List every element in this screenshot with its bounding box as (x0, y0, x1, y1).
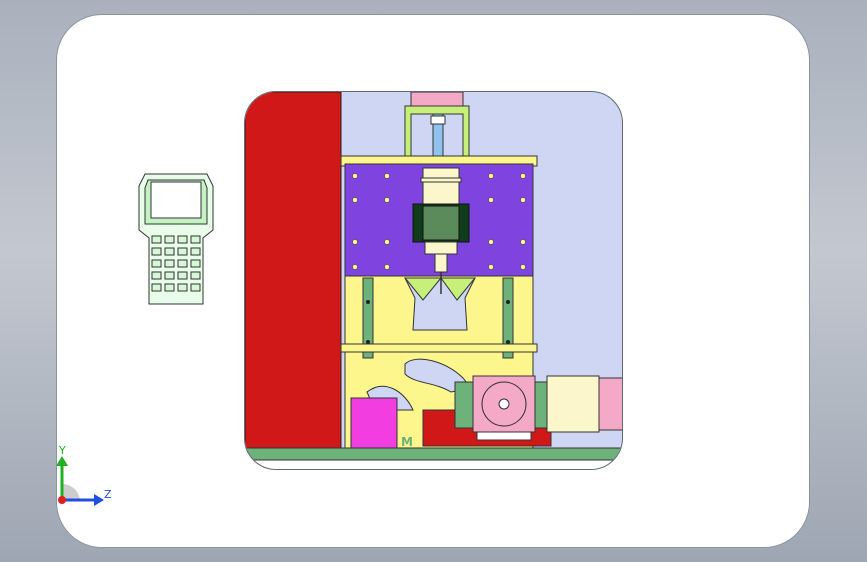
cad-model-view[interactable]: M (244, 91, 623, 470)
y-axis-label: Y (58, 444, 66, 457)
red-side-panel (245, 92, 342, 469)
spindle-body (422, 167, 460, 205)
top-motor (410, 92, 464, 107)
marking-text: M (401, 435, 413, 449)
cream-box (546, 375, 600, 433)
teach-pendant-icon (137, 172, 215, 312)
z-axis-label: Z (104, 488, 112, 501)
coordinate-triad: Y Z (52, 440, 114, 514)
green-base (245, 447, 622, 461)
magenta-block (350, 397, 398, 451)
